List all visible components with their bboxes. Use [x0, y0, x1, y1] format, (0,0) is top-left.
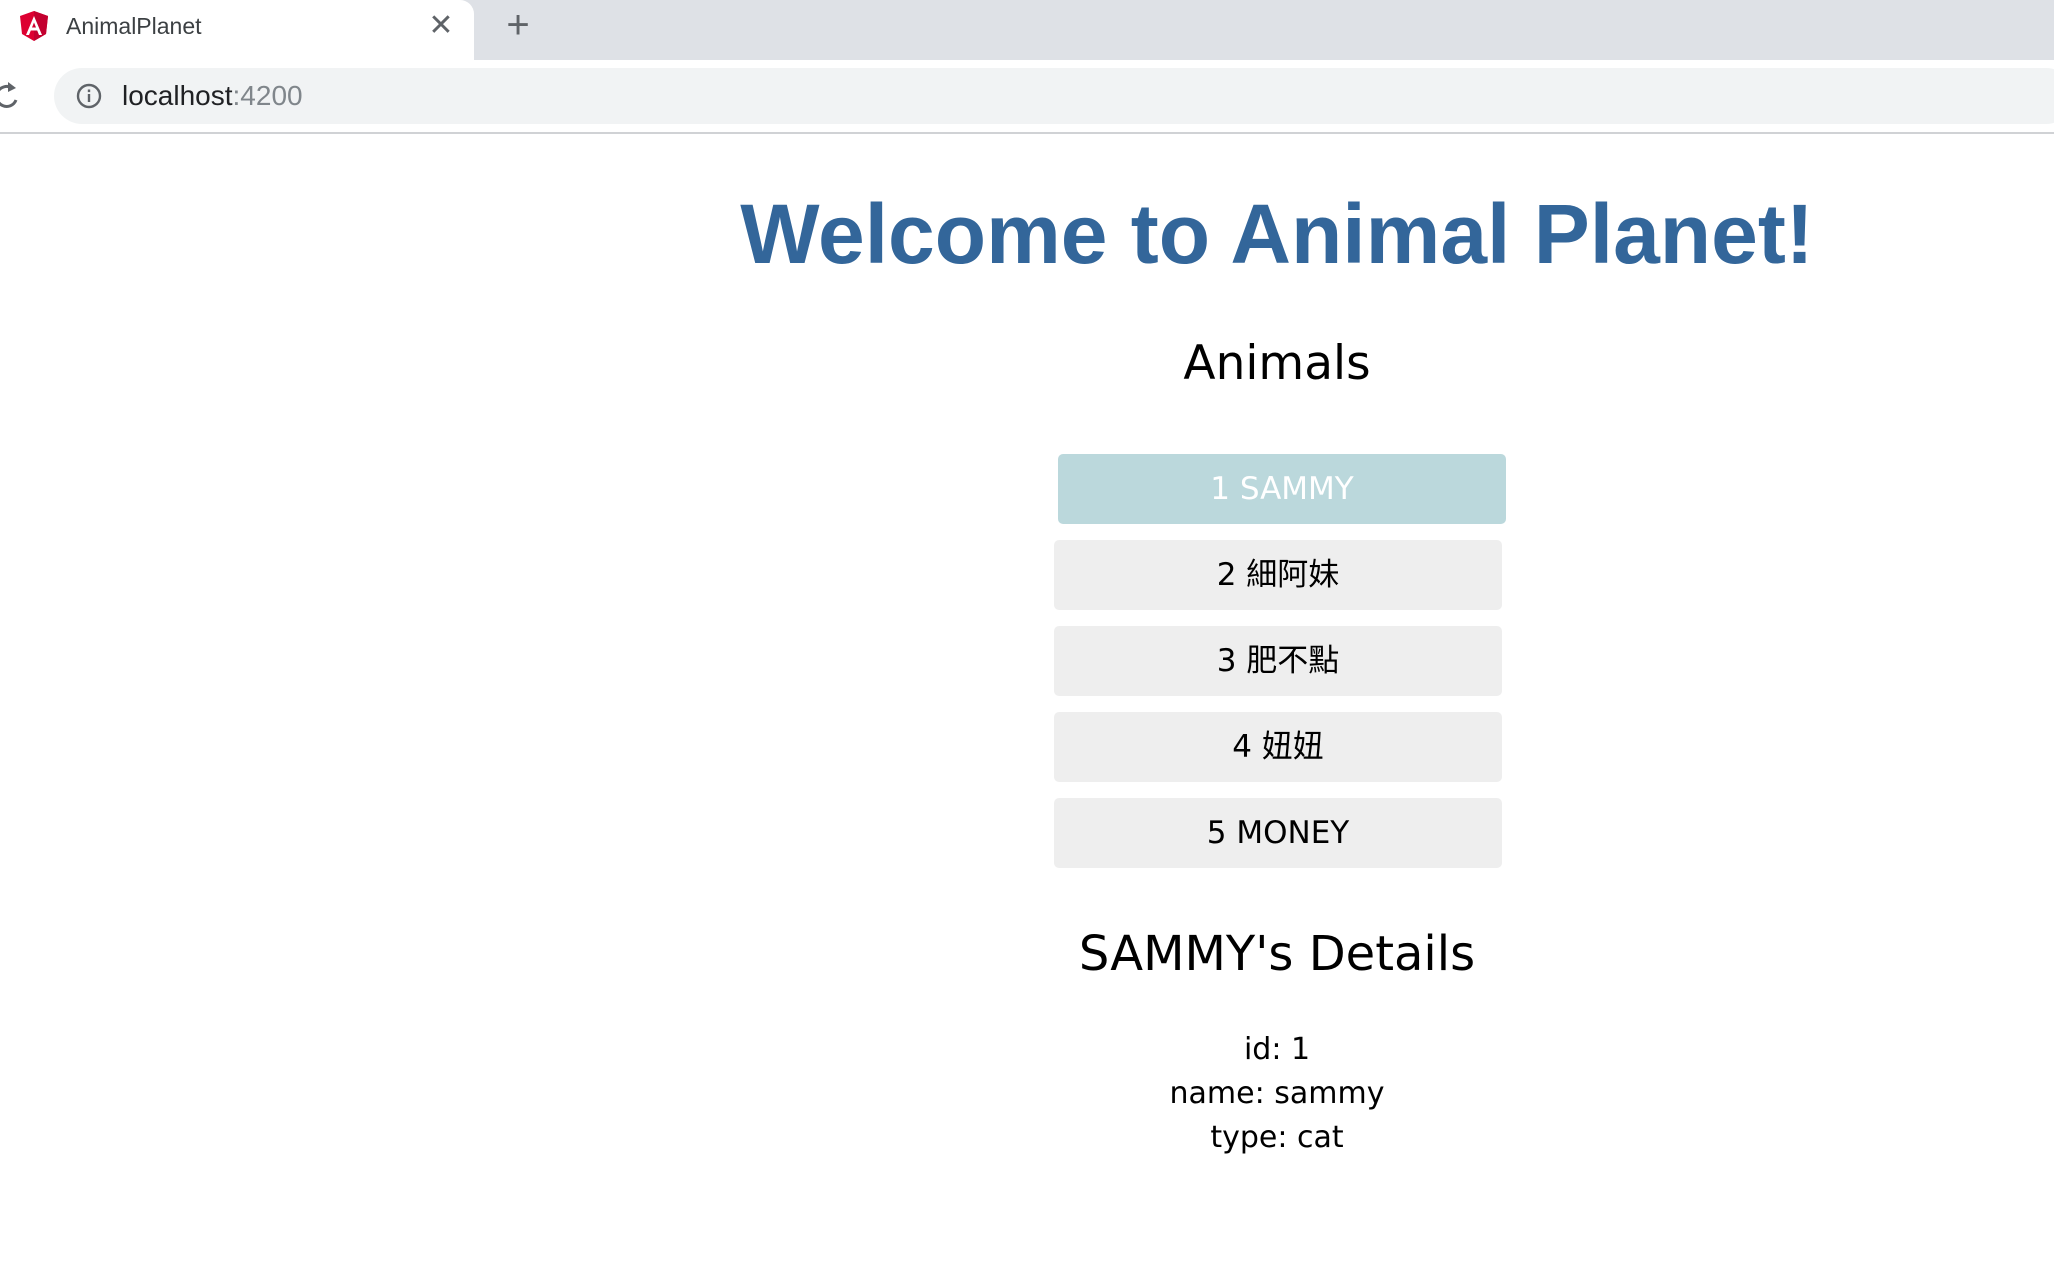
- page-title: Welcome to Animal Planet!: [740, 187, 1814, 281]
- animal-id: 2: [1216, 557, 1237, 593]
- page-content: Welcome to Animal Planet! Animals 1 SAMM…: [0, 134, 2054, 1274]
- details-heading: SAMMY's Details: [1078, 926, 1476, 982]
- animal-name: 肥不點: [1246, 643, 1340, 679]
- animal-name: 細阿妹: [1246, 557, 1340, 593]
- animal-id: 4: [1232, 729, 1252, 765]
- url-text: localhost:4200: [122, 81, 303, 111]
- tab-strip: AnimalPlanet ✕ +: [0, 0, 2054, 60]
- animal-name: MONEY: [1236, 815, 1350, 851]
- browser-toolbar: localhost:4200: [0, 60, 2054, 134]
- close-icon[interactable]: ✕: [426, 11, 456, 42]
- animal-name: 妞妞: [1261, 729, 1324, 765]
- animal-item[interactable]: 2 細阿妹: [1054, 540, 1502, 610]
- url-port: :4200: [232, 80, 303, 111]
- animal-id: 1: [1210, 471, 1230, 507]
- animal-id: 5: [1206, 815, 1227, 851]
- reload-icon[interactable]: [0, 78, 24, 114]
- animal-item[interactable]: 1 SAMMY: [1058, 454, 1506, 524]
- detail-name: name: sammy: [1169, 1076, 1385, 1111]
- animal-item[interactable]: 4 妞妞: [1054, 712, 1502, 782]
- tab-title: AnimalPlanet: [66, 13, 202, 39]
- url-host: localhost: [122, 80, 233, 111]
- animal-item[interactable]: 5 MONEY: [1054, 798, 1502, 868]
- animal-item[interactable]: 3 肥不點: [1054, 626, 1502, 696]
- animals-heading: Animals: [1183, 336, 1371, 391]
- angular-logo-icon: [18, 10, 50, 42]
- info-icon[interactable]: [76, 83, 102, 109]
- detail-id: id: 1: [1243, 1032, 1311, 1067]
- animal-name: SAMMY: [1239, 471, 1354, 507]
- address-bar[interactable]: localhost:4200: [54, 68, 2054, 124]
- detail-type: type: cat: [1210, 1120, 1344, 1155]
- browser-tab[interactable]: AnimalPlanet ✕: [0, 0, 474, 60]
- animal-id: 3: [1216, 643, 1237, 679]
- plus-icon[interactable]: +: [500, 5, 536, 45]
